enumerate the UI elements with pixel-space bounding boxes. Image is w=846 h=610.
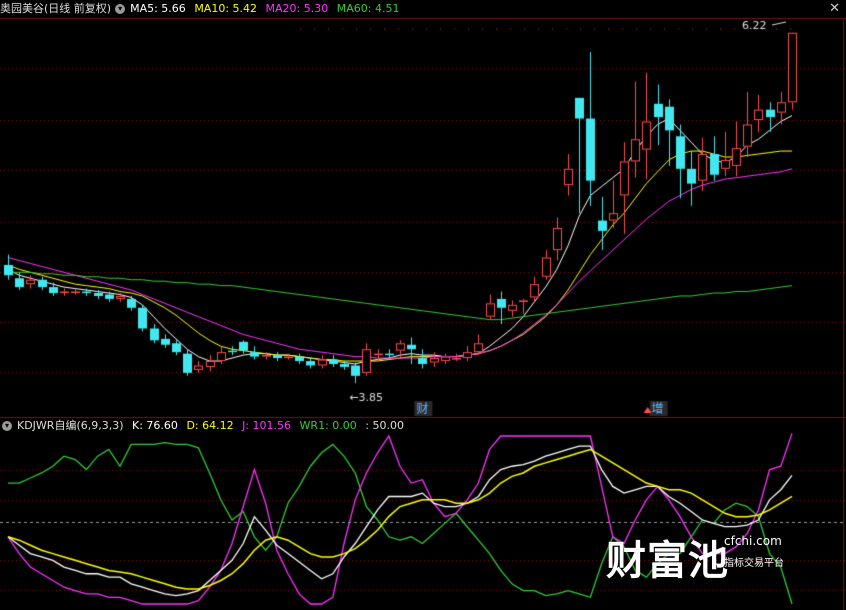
chart-canvas[interactable] (0, 0, 846, 610)
watermark-sub: 指标交易平台 (724, 558, 784, 569)
k-label: K: 76.60 (132, 419, 178, 432)
indicator-legend: ▾ KDJWR自编(6,9,3,3) K: 76.60 D: 64.12 J: 1… (0, 417, 409, 435)
ma20-label: MA20: 5.30 (265, 2, 329, 15)
chevron-down-icon[interactable]: ▾ (115, 4, 126, 14)
ma10-label: MA10: 5.42 (194, 2, 258, 15)
wr1-label: WR1: 0.00 (299, 419, 357, 432)
ma5-label: MA5: 5.66 (130, 2, 186, 15)
price-legend: 奥园美谷(日线 前复权) ▾ MA5: 5.66 MA10: 5.42 MA20: … (0, 0, 404, 18)
d-label: D: 64.12 (186, 419, 234, 432)
watermark: 财富池 cfchi.com 指标交易平台 (606, 528, 816, 584)
watermark-brand: 财富池 (606, 538, 729, 584)
j-label: J: 101.56 (242, 419, 292, 432)
stock-name: 奥园美谷(日线 前复权) (0, 2, 112, 15)
indicator-name: KDJWR自编(6,9,3,3) (17, 419, 124, 432)
watermark-site: cfchi.com (724, 534, 782, 548)
ma60-label: MA60: 4.51 (336, 2, 400, 15)
close-icon[interactable]: ✕ (829, 1, 840, 16)
chevron-down-icon[interactable]: ▾ (2, 421, 12, 431)
wr-extra-label: : 50.00 (365, 419, 404, 432)
